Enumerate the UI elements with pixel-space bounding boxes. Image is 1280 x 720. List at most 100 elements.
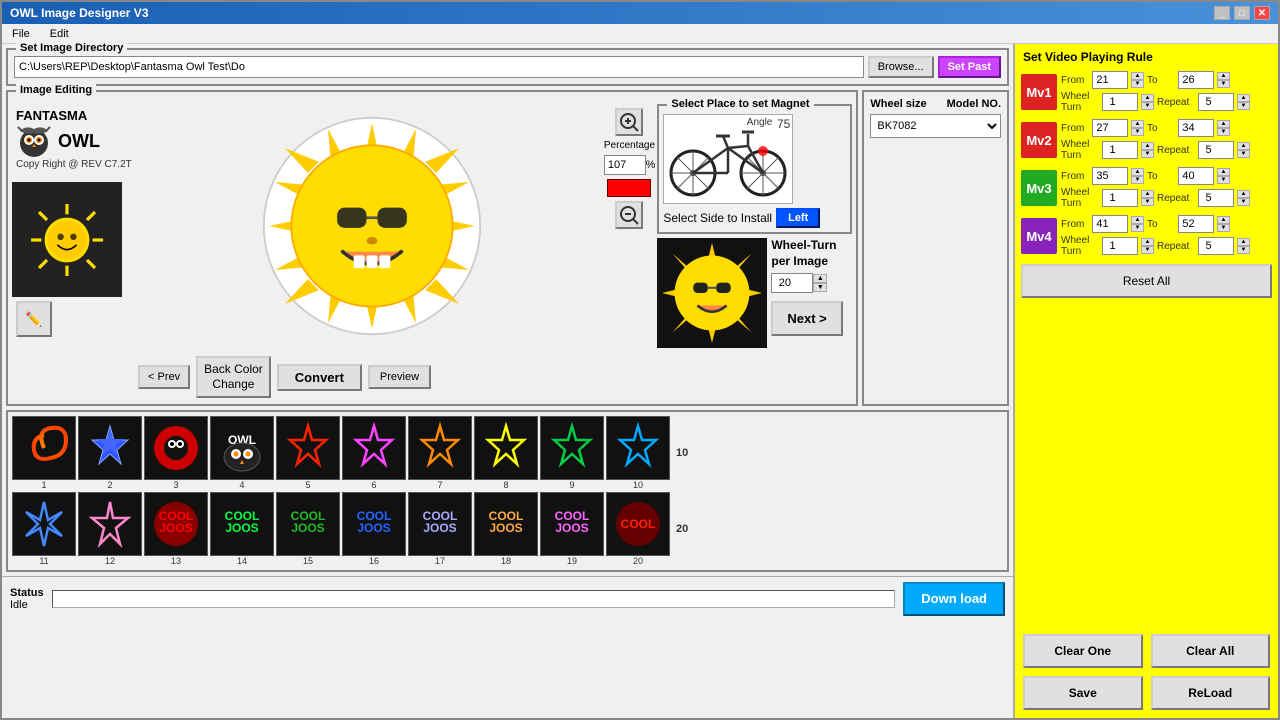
mv2-repeat-down[interactable]: ▼	[1237, 150, 1250, 158]
mv1-wheel-input[interactable]	[1102, 93, 1138, 111]
strip-item-4[interactable]: OWL	[210, 416, 274, 480]
strip-image-18: COOL JOOS	[480, 498, 532, 550]
mv4-to-input[interactable]	[1178, 215, 1214, 233]
zoom-in-button[interactable]	[615, 108, 643, 136]
strip-item-5[interactable]	[276, 416, 340, 480]
next-button[interactable]: Next >	[771, 301, 842, 336]
minimize-button[interactable]: _	[1214, 6, 1230, 20]
mv2-to-up[interactable]: ▲	[1217, 120, 1230, 128]
reload-button[interactable]: ReLoad	[1151, 676, 1271, 710]
mv1-to-up[interactable]: ▲	[1217, 72, 1230, 80]
strip-item-13[interactable]: COOL JOOS	[144, 492, 208, 556]
menu-file[interactable]: File	[6, 28, 36, 40]
model-select[interactable]: BK7082 BK7081 BK7080	[870, 114, 1001, 138]
mv2-to-input[interactable]	[1178, 119, 1214, 137]
strip-item-15[interactable]: COOL JOOS	[276, 492, 340, 556]
strip-item-1[interactable]	[12, 416, 76, 480]
browse-button[interactable]: Browse...	[868, 56, 934, 78]
mv1-repeat-up[interactable]: ▲	[1237, 94, 1250, 102]
strip-item-17[interactable]: COOL JOOS	[408, 492, 472, 556]
mv2-repeat-spin: ▲ ▼	[1237, 142, 1250, 158]
strip-item-11[interactable]	[12, 492, 76, 556]
maximize-button[interactable]: □	[1234, 6, 1250, 20]
strip-item-8[interactable]	[474, 416, 538, 480]
mv2-repeat-up[interactable]: ▲	[1237, 142, 1250, 150]
main-sun-image	[262, 116, 482, 336]
mv3-from-up[interactable]: ▲	[1131, 168, 1144, 176]
mv2-wheel-down[interactable]: ▼	[1141, 150, 1154, 158]
mv3-to-up[interactable]: ▲	[1217, 168, 1230, 176]
mv3-to-down[interactable]: ▼	[1217, 176, 1230, 184]
strip-item-18[interactable]: COOL JOOS	[474, 492, 538, 556]
mv3-from-input[interactable]	[1092, 167, 1128, 185]
clear-all-button[interactable]: Clear All	[1151, 634, 1271, 668]
mv4-repeat-down[interactable]: ▼	[1237, 246, 1250, 254]
mv2-from-input[interactable]	[1092, 119, 1128, 137]
mv2-from-up[interactable]: ▲	[1131, 120, 1144, 128]
strip-item-19[interactable]: COOL JOOS	[540, 492, 604, 556]
strip-item-6[interactable]	[342, 416, 406, 480]
close-button[interactable]: ✕	[1254, 6, 1270, 20]
wheel-turn-input[interactable]	[771, 273, 813, 293]
strip-item-2[interactable]	[78, 416, 142, 480]
mv1-wheel-down[interactable]: ▼	[1141, 102, 1154, 110]
mv2-wheel-up[interactable]: ▲	[1141, 142, 1154, 150]
download-button[interactable]: Down load	[903, 582, 1005, 616]
mv2-from-down[interactable]: ▼	[1131, 128, 1144, 136]
strip-item-10[interactable]	[606, 416, 670, 480]
mv3-wheel-up[interactable]: ▲	[1141, 190, 1154, 198]
mv1-from-input[interactable]	[1092, 71, 1128, 89]
strip-item-3[interactable]	[144, 416, 208, 480]
mv1-from-up[interactable]: ▲	[1131, 72, 1144, 80]
strip-item-12[interactable]	[78, 492, 142, 556]
mv3-wheel-input[interactable]	[1102, 189, 1138, 207]
mv4-wheel-up[interactable]: ▲	[1141, 238, 1154, 246]
strip-num-1: 1	[41, 480, 46, 490]
wheel-turn-down[interactable]: ▼	[813, 283, 827, 292]
mv2-to-down[interactable]: ▼	[1217, 128, 1230, 136]
mv3-repeat-input[interactable]	[1198, 189, 1234, 207]
mv1-repeat-down[interactable]: ▼	[1237, 102, 1250, 110]
mv4-to-down[interactable]: ▼	[1217, 224, 1230, 232]
preview-button[interactable]: Preview	[368, 365, 431, 389]
mv4-from-input[interactable]	[1092, 215, 1128, 233]
mv2-wheel-input[interactable]	[1102, 141, 1138, 159]
mv3-repeat-down[interactable]: ▼	[1237, 198, 1250, 206]
directory-input[interactable]	[14, 56, 864, 78]
menu-edit[interactable]: Edit	[44, 28, 75, 40]
convert-button[interactable]: Convert	[277, 364, 362, 391]
mv1-to-down[interactable]: ▼	[1217, 80, 1230, 88]
mv3-wheel-down[interactable]: ▼	[1141, 198, 1154, 206]
mv3-repeat-up[interactable]: ▲	[1237, 190, 1250, 198]
save-button[interactable]: Save	[1023, 676, 1143, 710]
strip-item-16[interactable]: COOL JOOS	[342, 492, 406, 556]
strip-item-14[interactable]: COOL JOOS	[210, 492, 274, 556]
strip-item-9[interactable]	[540, 416, 604, 480]
prev-button[interactable]: < Prev	[138, 365, 190, 389]
strip-item-20[interactable]: COOL	[606, 492, 670, 556]
mv4-wheel-input[interactable]	[1102, 237, 1138, 255]
strip-item-7[interactable]	[408, 416, 472, 480]
mv4-repeat-input[interactable]	[1198, 237, 1234, 255]
mv1-wheel-up[interactable]: ▲	[1141, 94, 1154, 102]
mv4-repeat-up[interactable]: ▲	[1237, 238, 1250, 246]
mv4-wheel-down[interactable]: ▼	[1141, 246, 1154, 254]
mv1-repeat-input[interactable]	[1198, 93, 1234, 111]
reset-all-button[interactable]: Reset All	[1021, 264, 1272, 298]
mv4-to-up[interactable]: ▲	[1217, 216, 1230, 224]
mv4-from-up[interactable]: ▲	[1131, 216, 1144, 224]
mv1-to-input[interactable]	[1178, 71, 1214, 89]
left-side-button[interactable]: Left	[776, 208, 820, 228]
set-past-button[interactable]: Set Past	[938, 56, 1001, 78]
mv1-from-down[interactable]: ▼	[1131, 80, 1144, 88]
pencil-button[interactable]: ✏️	[16, 301, 52, 337]
clear-one-button[interactable]: Clear One	[1023, 634, 1143, 668]
mv4-from-down[interactable]: ▼	[1131, 224, 1144, 232]
back-color-button[interactable]: Back Color Change	[196, 356, 271, 398]
mv3-to-input[interactable]	[1178, 167, 1214, 185]
mv3-from-down[interactable]: ▼	[1131, 176, 1144, 184]
percentage-input[interactable]	[604, 155, 646, 175]
wheel-turn-up[interactable]: ▲	[813, 274, 827, 283]
zoom-out-button[interactable]	[615, 201, 643, 229]
mv2-repeat-input[interactable]	[1198, 141, 1234, 159]
